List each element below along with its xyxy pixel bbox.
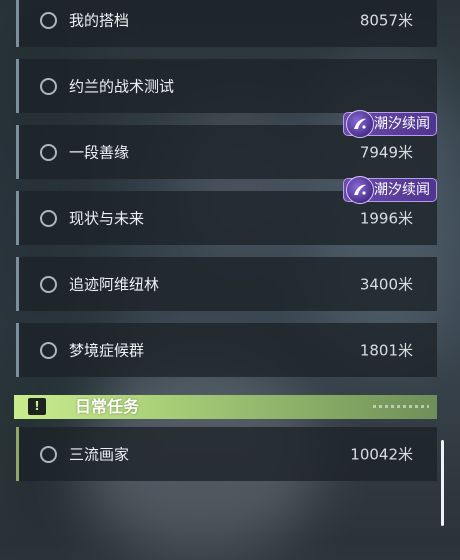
tide-emblem-icon <box>346 176 374 204</box>
track-radio-icon[interactable] <box>40 143 57 161</box>
track-radio-icon[interactable] <box>40 77 57 95</box>
quest-accent-bar <box>16 191 19 245</box>
track-radio-icon[interactable] <box>40 341 57 359</box>
track-radio-icon[interactable] <box>40 275 57 293</box>
tide-story-badge: 潮汐续闻 <box>343 110 437 138</box>
section-title: 日常任务 <box>75 397 140 416</box>
quest-distance: 8057米 <box>359 11 413 30</box>
quest-item[interactable]: 一段善缘 7949米 潮汐续闻 <box>16 110 437 179</box>
quest-item[interactable]: 追迹阿维纽林 3400米 <box>16 257 437 311</box>
exclamation-icon: ! <box>28 398 46 415</box>
quest-distance: 7949米 <box>359 143 413 162</box>
quest-accent-bar <box>16 323 19 377</box>
quest-item[interactable]: 梦境症候群 1801米 <box>16 323 437 377</box>
quest-accent-bar <box>16 257 19 311</box>
quest-item[interactable]: 我的搭档 8057米 <box>16 0 437 47</box>
tide-badge-label: 潮汐续闻 <box>374 116 430 132</box>
quest-accent-bar <box>16 125 19 179</box>
quest-title: 追迹阿维纽林 <box>69 275 160 294</box>
header-decoration <box>373 405 429 408</box>
quest-accent-bar <box>16 0 19 47</box>
quest-distance: 3400米 <box>359 275 413 294</box>
scrollbar-thumb[interactable] <box>441 440 444 526</box>
quest-title: 约兰的战术测试 <box>69 77 175 96</box>
quest-item[interactable]: 三流画家 10042米 <box>16 427 437 481</box>
quest-accent-bar <box>16 59 19 113</box>
quest-title: 一段善缘 <box>69 143 130 162</box>
quest-distance: 10042米 <box>350 445 413 464</box>
quest-title: 梦境症候群 <box>69 341 145 360</box>
quest-item[interactable]: 约兰的战术测试 <box>16 59 437 113</box>
quest-distance: 1996米 <box>359 209 413 228</box>
quest-distance: 1801米 <box>359 341 413 360</box>
quest-item[interactable]: 现状与未来 1996米 潮汐续闻 <box>16 176 437 245</box>
tide-story-badge: 潮汐续闻 <box>343 176 437 204</box>
quest-title: 现状与未来 <box>69 209 145 228</box>
quest-list: 我的搭档 8057米 约兰的战术测试 一段善缘 7949米 潮汐续闻 现状与未来 <box>0 0 460 540</box>
tide-emblem-icon <box>346 110 374 138</box>
daily-quests-header[interactable]: ! 日常任务 <box>14 395 437 419</box>
track-radio-icon[interactable] <box>40 11 57 29</box>
quest-title: 我的搭档 <box>69 11 130 30</box>
track-radio-icon[interactable] <box>40 445 57 463</box>
quest-accent-bar <box>16 427 19 481</box>
track-radio-icon[interactable] <box>40 209 57 227</box>
quest-title: 三流画家 <box>69 445 130 464</box>
tide-badge-label: 潮汐续闻 <box>374 182 430 198</box>
